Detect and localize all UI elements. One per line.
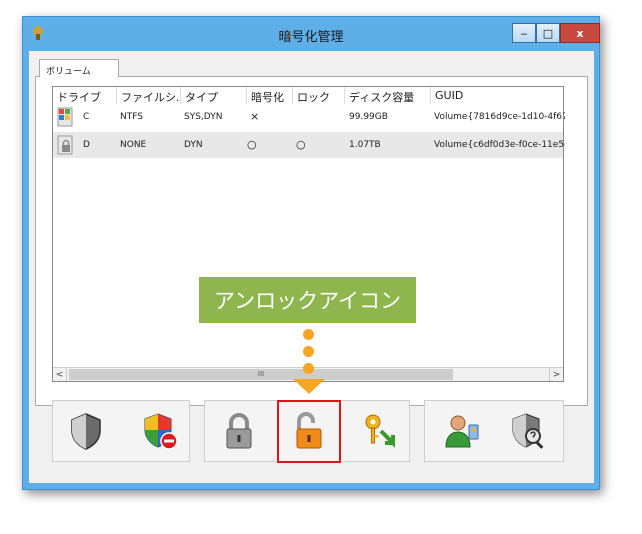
cell-drive: D (83, 140, 90, 150)
lock-icon (226, 413, 252, 449)
shield-search-button[interactable] (498, 400, 558, 462)
user-key-icon (445, 415, 479, 448)
column-header-disk-size[interactable]: ディスク容量 (345, 87, 431, 104)
callout-dot (303, 346, 314, 357)
cell-encrypted: ○ (247, 138, 257, 151)
scroll-left-button[interactable]: < (53, 368, 67, 381)
key-import-button[interactable] (349, 400, 409, 462)
callout-dot (303, 329, 314, 340)
callout-dot (303, 363, 314, 374)
shield-search-icon (512, 413, 544, 449)
cell-disk-size: 99.99GB (349, 112, 388, 122)
column-header-drive[interactable]: ドライブ (53, 87, 117, 104)
minimize-button[interactable]: ‒ (512, 23, 536, 43)
system-drive-icon (57, 107, 73, 127)
cell-filesystem: NONE (120, 140, 147, 150)
unlock-highlight-frame (277, 400, 341, 463)
maximize-button[interactable]: □ (536, 23, 560, 43)
column-header-filesystem[interactable]: ファイルシ... (117, 87, 181, 104)
tab-volume[interactable]: ボリューム (39, 59, 119, 77)
key-import-icon (365, 414, 395, 448)
table-row[interactable]: D NONE DYN ○ ○ 1.07TB Volume{c6df0d3e-f0… (53, 132, 565, 158)
column-header-type[interactable]: タイプ (181, 87, 247, 104)
title-bar[interactable]: 暗号化管理 ‒ □ x (23, 17, 600, 51)
table-row[interactable]: C NTFS SYS,DYN × 99.99GB Volume{7816d9ce… (53, 104, 565, 130)
cell-filesystem: NTFS (120, 112, 143, 122)
close-button[interactable]: x (560, 23, 600, 43)
scroll-right-button[interactable]: > (549, 368, 563, 381)
cell-encrypted: × (250, 110, 260, 123)
scroll-thumb[interactable]: III (69, 369, 453, 380)
locked-drive-icon (57, 135, 73, 155)
shield-remove-icon (144, 413, 178, 450)
callout-arrow (293, 379, 325, 394)
unlock-icon-callout: アンロックアイコン (199, 277, 416, 323)
column-header-encrypted[interactable]: 暗号化 (247, 87, 293, 104)
cell-disk-size: 1.07TB (349, 140, 381, 150)
unprotect-button[interactable] (130, 400, 190, 462)
column-header-guid[interactable]: GUID (431, 87, 565, 104)
cell-guid: Volume{c6df0d3e-f0ce-11e5- (434, 140, 565, 150)
list-header: ドライブ ファイルシ... タイプ 暗号化 ロック ディスク容量 GUID (53, 87, 563, 104)
cell-guid: Volume{7816d9ce-1d10-4f67- (434, 112, 565, 122)
cell-lock: ○ (296, 138, 306, 151)
lock-button[interactable] (209, 400, 269, 462)
column-header-lock[interactable]: ロック (293, 87, 345, 104)
protect-button[interactable] (56, 400, 116, 462)
shield-icon (71, 413, 101, 450)
cell-type: DYN (184, 140, 203, 150)
user-key-button[interactable] (432, 400, 492, 462)
cell-type: SYS,DYN (184, 112, 223, 122)
cell-drive: C (83, 112, 90, 122)
